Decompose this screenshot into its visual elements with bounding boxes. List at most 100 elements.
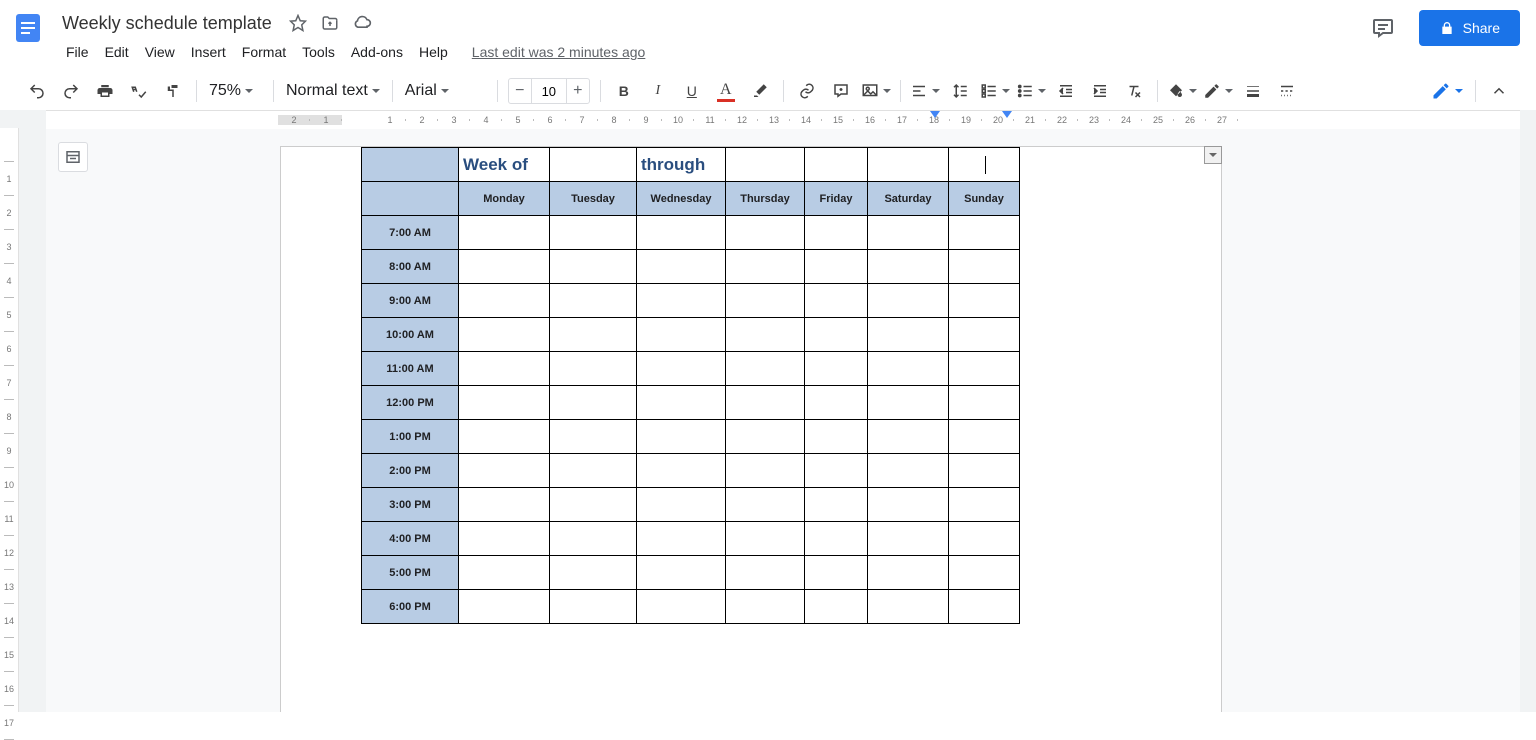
table-cell[interactable] bbox=[805, 216, 868, 250]
table-cell[interactable] bbox=[868, 522, 949, 556]
table-cell[interactable] bbox=[459, 352, 550, 386]
table-cell[interactable] bbox=[459, 522, 550, 556]
table-cell[interactable] bbox=[637, 420, 726, 454]
last-edit-link[interactable]: Last edit was 2 minutes ago bbox=[472, 44, 646, 60]
table-cell[interactable] bbox=[550, 556, 637, 590]
table-cell[interactable] bbox=[949, 420, 1020, 454]
table-cell[interactable] bbox=[868, 250, 949, 284]
table-cell[interactable] bbox=[726, 454, 805, 488]
table-cell[interactable] bbox=[637, 318, 726, 352]
through-label[interactable]: through bbox=[637, 148, 726, 182]
table-cell[interactable] bbox=[637, 590, 726, 624]
share-button[interactable]: Share bbox=[1419, 10, 1520, 46]
table-cell[interactable] bbox=[805, 250, 868, 284]
table-cell[interactable] bbox=[726, 522, 805, 556]
menu-tools[interactable]: Tools bbox=[294, 40, 343, 64]
outline-toggle-button[interactable] bbox=[58, 142, 88, 172]
table-cell[interactable] bbox=[550, 522, 637, 556]
clear-formatting-button[interactable] bbox=[1118, 77, 1150, 105]
table-cell[interactable] bbox=[550, 284, 637, 318]
table-cell[interactable] bbox=[726, 148, 805, 182]
table-cell[interactable] bbox=[949, 522, 1020, 556]
table-cell[interactable] bbox=[550, 148, 637, 182]
table-cell[interactable] bbox=[459, 454, 550, 488]
vertical-ruler[interactable]: 1234567891011121314151617 bbox=[0, 128, 19, 712]
table-cell[interactable] bbox=[459, 556, 550, 590]
table-cell[interactable] bbox=[949, 386, 1020, 420]
editing-mode-button[interactable] bbox=[1425, 77, 1469, 105]
time-header[interactable]: 8:00 AM bbox=[362, 250, 459, 284]
zoom-select[interactable]: 75% bbox=[203, 77, 267, 105]
table-cell[interactable] bbox=[726, 590, 805, 624]
table-cell[interactable] bbox=[868, 420, 949, 454]
table-cell[interactable] bbox=[949, 284, 1020, 318]
highlight-button[interactable] bbox=[744, 77, 776, 105]
print-button[interactable] bbox=[89, 77, 121, 105]
time-header[interactable]: 6:00 PM bbox=[362, 590, 459, 624]
border-color-button[interactable] bbox=[1201, 77, 1235, 105]
table-cell[interactable] bbox=[805, 148, 868, 182]
insert-link-button[interactable] bbox=[791, 77, 823, 105]
table-cell[interactable] bbox=[805, 522, 868, 556]
time-header[interactable]: 9:00 AM bbox=[362, 284, 459, 318]
decrease-indent-button[interactable] bbox=[1050, 77, 1082, 105]
table-cell[interactable] bbox=[637, 522, 726, 556]
paint-format-button[interactable] bbox=[157, 77, 189, 105]
table-cell[interactable] bbox=[868, 284, 949, 318]
table-options-button[interactable] bbox=[1204, 146, 1222, 164]
time-header[interactable]: 5:00 PM bbox=[362, 556, 459, 590]
table-cell[interactable] bbox=[459, 590, 550, 624]
table-cell[interactable] bbox=[868, 386, 949, 420]
menu-help[interactable]: Help bbox=[411, 40, 456, 64]
table-cell[interactable] bbox=[949, 556, 1020, 590]
table-cell[interactable] bbox=[949, 250, 1020, 284]
table-cell[interactable] bbox=[868, 590, 949, 624]
font-select[interactable]: Arial bbox=[399, 77, 491, 105]
docs-logo[interactable] bbox=[8, 8, 48, 48]
time-header[interactable]: 4:00 PM bbox=[362, 522, 459, 556]
menu-addons[interactable]: Add-ons bbox=[343, 40, 411, 64]
cloud-status-icon[interactable] bbox=[350, 11, 374, 35]
table-cell[interactable] bbox=[805, 590, 868, 624]
table-cell[interactable] bbox=[868, 352, 949, 386]
table-cell[interactable] bbox=[550, 488, 637, 522]
border-style-button[interactable] bbox=[1271, 77, 1303, 105]
redo-button[interactable] bbox=[55, 77, 87, 105]
increase-indent-button[interactable] bbox=[1084, 77, 1116, 105]
fill-color-button[interactable] bbox=[1165, 77, 1199, 105]
table-cell[interactable] bbox=[726, 250, 805, 284]
schedule-table[interactable]: Week of through MondayTuesdayWednesdayTh… bbox=[361, 147, 1020, 624]
table-cell[interactable] bbox=[805, 454, 868, 488]
font-size-increase[interactable]: + bbox=[567, 80, 589, 102]
table-cell[interactable] bbox=[459, 488, 550, 522]
table-cell[interactable] bbox=[949, 148, 1020, 182]
font-size-decrease[interactable]: − bbox=[509, 80, 531, 102]
table-cell[interactable] bbox=[637, 386, 726, 420]
menu-view[interactable]: View bbox=[137, 40, 183, 64]
table-cell[interactable] bbox=[949, 352, 1020, 386]
table-cell[interactable] bbox=[868, 454, 949, 488]
undo-button[interactable] bbox=[21, 77, 53, 105]
table-cell[interactable] bbox=[459, 250, 550, 284]
table-cell[interactable] bbox=[550, 386, 637, 420]
table-cell[interactable] bbox=[637, 454, 726, 488]
table-cell[interactable] bbox=[868, 556, 949, 590]
table-cell[interactable] bbox=[726, 284, 805, 318]
table-cell[interactable] bbox=[949, 488, 1020, 522]
menu-edit[interactable]: Edit bbox=[97, 40, 137, 64]
table-cell[interactable] bbox=[362, 148, 459, 182]
move-icon[interactable] bbox=[318, 11, 342, 35]
table-cell[interactable] bbox=[550, 352, 637, 386]
table-cell[interactable] bbox=[637, 216, 726, 250]
table-cell[interactable] bbox=[949, 454, 1020, 488]
table-cell[interactable] bbox=[868, 216, 949, 250]
table-cell[interactable] bbox=[637, 250, 726, 284]
table-cell[interactable] bbox=[637, 488, 726, 522]
table-cell[interactable] bbox=[726, 556, 805, 590]
paragraph-style-select[interactable]: Normal text bbox=[280, 77, 386, 105]
border-width-button[interactable] bbox=[1237, 77, 1269, 105]
font-size-input[interactable] bbox=[531, 79, 567, 103]
table-cell[interactable] bbox=[459, 420, 550, 454]
table-cell[interactable] bbox=[726, 488, 805, 522]
table-cell[interactable] bbox=[868, 318, 949, 352]
